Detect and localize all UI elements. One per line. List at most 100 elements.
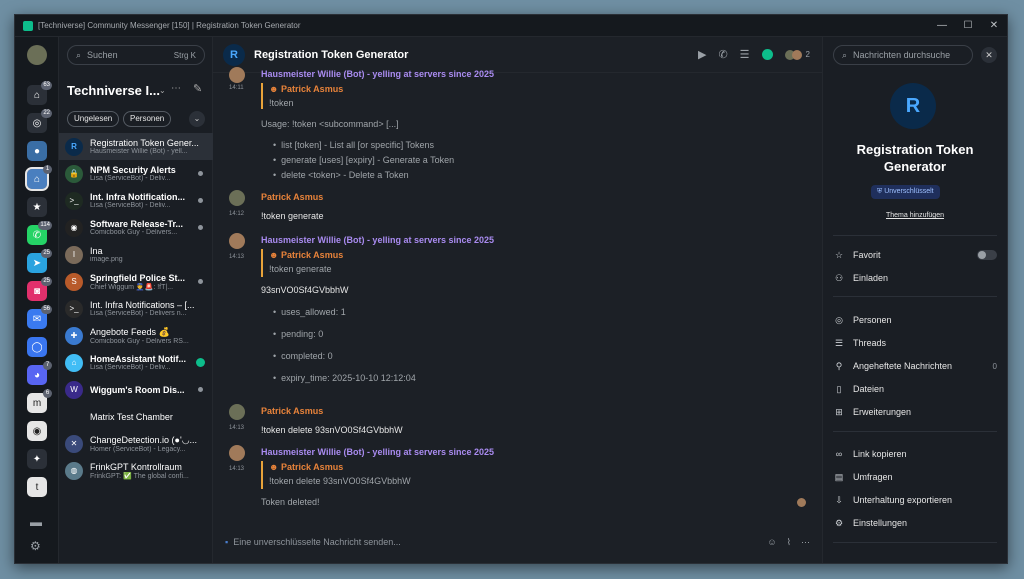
list-item: • pending: 0	[273, 329, 324, 339]
minimize-icon[interactable]: —	[929, 20, 955, 31]
room-list-item[interactable]: R Registration Token Gener... Hausmeister …	[59, 133, 213, 160]
encryption-badge: ⛨ Unverschlüsselt	[871, 185, 940, 199]
message-bot-deleted: 14:13 Hausmeister Willie (Bot) - yelling…	[229, 445, 806, 509]
read-receipt-avatar[interactable]	[797, 498, 806, 507]
space-glyph: ◯	[31, 341, 43, 353]
discord-space-icon[interactable]: ◕ 7	[27, 361, 52, 385]
more-options-icon[interactable]: ⋯	[171, 83, 181, 94]
room-list-item[interactable]: ⌂ HomeAssistant Notif... Lisa (ServiceBot)…	[59, 349, 213, 376]
unread-badge: 114	[38, 221, 52, 230]
room-avatar-large[interactable]: R	[890, 83, 936, 129]
compose-icon[interactable]: ✎	[193, 82, 202, 95]
copy-link-item[interactable]: ∞ Link kopieren	[833, 447, 997, 461]
threads-icon[interactable]: ☰	[740, 48, 750, 61]
techniverse-space-icon[interactable]: ⌂ 1	[25, 165, 52, 191]
room-avatar[interactable]: R	[223, 43, 245, 66]
room-list-item[interactable]: 🔒 NPM Security Alerts Lisa (ServiceBot) - …	[59, 160, 213, 187]
space-rail: ⌂ 63 ◎ 22 ● ⌂ 1 ★ ✆ 114 ➤ 25 ◙ 25 ✉ 56 ◯ ◕ 7 m 6 ◉ ✦ t ▬ ⚙	[15, 37, 59, 563]
room-title[interactable]: Registration Token Generator	[254, 49, 408, 61]
room-avatar: ⌂	[65, 353, 83, 372]
room-preview: Chief Wiggum 👮🚨: !fT|...	[90, 283, 174, 291]
list-item: • expiry_time: 2025-10-10 12:12:04	[273, 373, 416, 383]
unencrypted-icon: ▪	[225, 537, 229, 547]
reply-quote[interactable]: ☻ Patrick Asmus !token	[261, 83, 343, 109]
sender-name[interactable]: Hausmeister Willie (Bot) - yelling at se…	[261, 235, 494, 245]
filter-expand-icon[interactable]: ⌄	[189, 111, 205, 127]
maximize-icon[interactable]: ☐	[955, 20, 981, 31]
home-space-icon[interactable]: ⌂ 63	[27, 81, 52, 105]
room-list-item[interactable]: ✚ Angebote Feeds 💰 Comicbook Guy - Deliver…	[59, 322, 213, 349]
more-icon[interactable]: ⋯	[801, 537, 810, 548]
room-name: Matrix Test Chamber	[90, 411, 173, 422]
polls-item[interactable]: ▤ Umfragen	[833, 470, 997, 484]
room-search-input[interactable]: ⌕ Suchen Strg K	[67, 45, 205, 65]
messenger-space-icon[interactable]: ✉ 56	[27, 305, 52, 329]
user-avatar[interactable]	[27, 45, 47, 65]
favourite-toggle[interactable]	[977, 250, 997, 260]
room-name: Int. Infra Notifications – [...	[90, 300, 195, 310]
chevron-down-icon[interactable]: ⌄	[159, 86, 166, 95]
filter-people[interactable]: Personen	[123, 111, 172, 127]
favourites-space-icon[interactable]: ★	[27, 197, 47, 217]
room-avatar: I	[65, 245, 83, 264]
message-search-input[interactable]: ⌕ Nachrichten durchsuche	[833, 45, 973, 65]
sender-name[interactable]: Patrick Asmus	[261, 406, 323, 416]
close-icon[interactable]: ✕	[981, 20, 1007, 31]
member-avatars[interactable]: 2	[784, 49, 810, 60]
message-input[interactable]: Eine unverschlüsselte Nachricht senden..…	[233, 537, 401, 547]
people-item[interactable]: ◎ Personen	[833, 313, 997, 327]
space-title[interactable]: Techniverse I...	[67, 83, 160, 98]
instagram-space-icon[interactable]: ◙ 25	[27, 277, 52, 301]
star-icon: ☆	[834, 249, 844, 260]
space-glyph: ◎	[32, 117, 42, 129]
room-list-item[interactable]: Matrix Test Chamber	[59, 403, 213, 430]
room-list-item[interactable]: W Wiggum's Room Dis...	[59, 376, 213, 403]
space-glyph: ➤	[32, 257, 42, 269]
room-list-item[interactable]: >_ Int. Infra Notifications – [... Lisa (S…	[59, 295, 213, 322]
telegram-space-icon[interactable]: ➤ 25	[27, 249, 52, 273]
chat-icon[interactable]: ▬	[30, 515, 42, 529]
room-avatar: W	[65, 380, 83, 399]
emoji-icon[interactable]: ☺	[767, 537, 776, 548]
room-list: ⌕ Suchen Strg K Techniverse I... ⌄ ⋯ ✎ U…	[59, 37, 213, 563]
video-call-icon[interactable]: ▶	[698, 48, 706, 61]
space-1-icon[interactable]: ●	[27, 141, 47, 161]
export-item[interactable]: ⇩ Unterhaltung exportieren	[833, 493, 997, 507]
extensions-item[interactable]: ⊞ Erweiterungen	[833, 405, 997, 419]
room-list-item[interactable]: >_ Int. Infra Notification... Lisa (Servic…	[59, 187, 213, 214]
room-list-item[interactable]: I Ina image.png	[59, 241, 213, 268]
settings-space-icon[interactable]: ◎ 22	[27, 109, 52, 133]
pinned-item[interactable]: ⚲ Angeheftete Nachrichten 0	[833, 359, 997, 373]
files-item[interactable]: ▯ Dateien	[833, 382, 997, 396]
threads-item[interactable]: ☰ Threads	[833, 336, 997, 350]
whatsapp-space-icon[interactable]: ✆ 114	[27, 221, 52, 245]
message-user: 14:13 Patrick Asmus !token delete 93snVO…	[229, 404, 806, 436]
room-preview: FrinkGPT: ✅ The global confi...	[90, 472, 189, 480]
room-info-icon[interactable]	[761, 49, 773, 60]
close-panel-icon[interactable]: ✕	[981, 47, 997, 63]
sender-name[interactable]: Hausmeister Willie (Bot) - yelling at se…	[261, 447, 494, 457]
sender-name[interactable]: Hausmeister Willie (Bot) - yelling at se…	[261, 69, 494, 79]
invite-item[interactable]: ⚇ Einladen	[833, 271, 997, 285]
timestamp: 14:13	[229, 425, 245, 431]
settings-item[interactable]: ⚙ Einstellungen	[833, 516, 997, 530]
room-list-item[interactable]: ◍ FrinkGPT Kontrollraum FrinkGPT: ✅ The gl…	[59, 457, 213, 484]
reply-quote[interactable]: ☻ Patrick Asmus !token generate	[261, 249, 343, 277]
add-topic-link[interactable]: Thema hinzufügen	[823, 212, 1007, 219]
sender-name[interactable]: Patrick Asmus	[261, 192, 323, 202]
tumblr-space-icon[interactable]: t	[27, 477, 47, 497]
room-list-item[interactable]: ◉ Software Release-Tr... Comicbook Guy - D…	[59, 214, 213, 241]
settings-icon[interactable]: ⚙	[30, 539, 41, 553]
favourite-item[interactable]: ☆ Favorit	[833, 248, 997, 262]
voice-call-icon[interactable]: ✆	[718, 48, 727, 61]
attachment-icon[interactable]: ⌇	[787, 537, 791, 548]
divider	[833, 431, 997, 432]
room-list-item[interactable]: ✕ ChangeDetection.io (●'◡... Homer (Servic…	[59, 430, 213, 457]
webhook-space-icon[interactable]: ◉	[27, 421, 47, 441]
matrix-space-icon[interactable]: m6	[27, 389, 52, 413]
reply-quote[interactable]: ☻ Patrick Asmus !token delete 93snVO0Sf4…	[261, 461, 411, 489]
filter-unread[interactable]: Ungelesen	[67, 111, 120, 127]
signal-space-icon[interactable]: ◯	[27, 337, 47, 357]
bot-space-icon[interactable]: ✦	[27, 449, 47, 469]
room-list-item[interactable]: S Springfield Police St... Chief Wiggum 👮🚨…	[59, 268, 213, 295]
